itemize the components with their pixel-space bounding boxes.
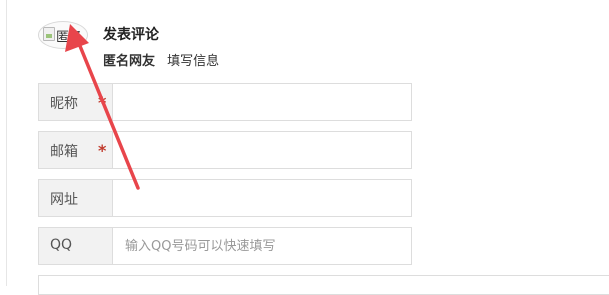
- website-input[interactable]: [114, 180, 411, 216]
- nickname-label: 昵称: [50, 96, 78, 112]
- website-field-row: 网址: [38, 179, 412, 217]
- avatar[interactable]: 匿名: [38, 21, 88, 49]
- fill-info-link[interactable]: 填写信息: [167, 54, 219, 69]
- avatar-alt-text: 匿名: [56, 30, 83, 45]
- email-required-mark: *: [98, 141, 107, 160]
- broken-image-icon: [43, 27, 55, 41]
- nickname-field-row: 昵称 *: [38, 83, 412, 121]
- left-divider: [6, 0, 7, 286]
- nickname-required-mark: *: [98, 93, 107, 112]
- qq-label-box: QQ: [39, 228, 113, 264]
- email-input[interactable]: [114, 132, 411, 168]
- email-field-row: 邮箱 *: [38, 131, 412, 169]
- email-label: 邮箱: [50, 144, 78, 160]
- comment-author-line: 匿名网友 填写信息: [103, 50, 219, 69]
- qq-label: QQ: [50, 237, 73, 253]
- comment-textarea[interactable]: [38, 275, 609, 295]
- nickname-label-box: 昵称 *: [39, 84, 113, 120]
- comment-form-title: 发表评论: [103, 27, 159, 43]
- anonymous-nickname: 匿名网友: [103, 54, 156, 69]
- qq-input[interactable]: [114, 228, 411, 264]
- email-label-box: 邮箱 *: [39, 132, 113, 168]
- website-label: 网址: [50, 192, 78, 208]
- nickname-input[interactable]: [114, 84, 411, 120]
- qq-field-row: QQ: [38, 227, 412, 265]
- website-label-box: 网址: [39, 180, 113, 216]
